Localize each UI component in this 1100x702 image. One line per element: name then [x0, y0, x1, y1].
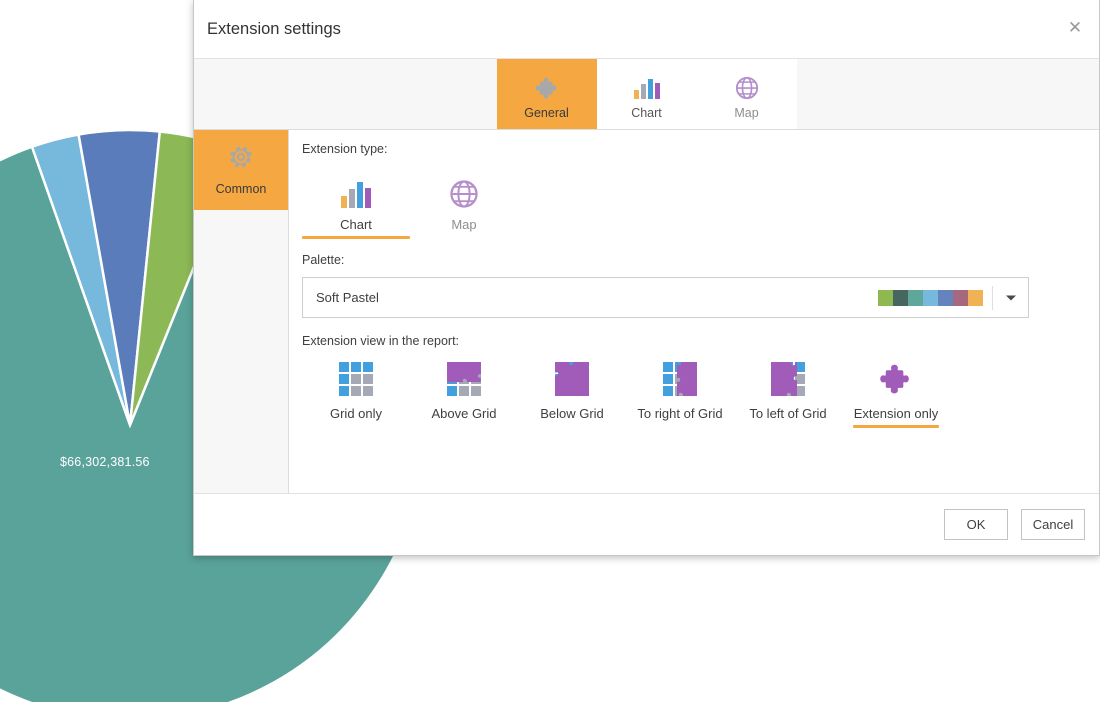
palette-swatch — [938, 290, 953, 306]
bar-chart-icon — [633, 71, 661, 105]
sidebar-item-common-label: Common — [215, 182, 267, 196]
extension-view-option-left-of-grid-label: To left of Grid — [749, 406, 827, 421]
extension-view-option-grid-only-label: Grid only — [329, 406, 383, 421]
selected-underline — [302, 236, 410, 239]
tab-chart-label: Chart — [631, 106, 662, 120]
palette-label: Palette: — [302, 253, 345, 267]
palette-swatch-preview — [878, 290, 983, 306]
globe-icon — [448, 170, 480, 210]
ok-button[interactable]: OK — [944, 509, 1008, 540]
cancel-button[interactable]: Cancel — [1021, 509, 1085, 540]
pie-slice-data-label: $66,302,381.56 — [60, 455, 150, 469]
screen: $66,302,381.56 Extension settings ✕ Gene… — [0, 0, 1100, 702]
extension-view-option-left-of-grid[interactable]: To left of Grid — [734, 358, 842, 428]
palette-swatch — [908, 290, 923, 306]
dialog-content: Extension type: Chart Map Palette: Soft … — [289, 130, 1099, 515]
extension-type-option-map-label: Map — [451, 217, 477, 232]
dialog-body: Common Extension type: Chart Map Palette… — [194, 130, 1099, 515]
palette-selected-value: Soft Pastel — [316, 290, 379, 305]
dialog-tabstrip: General Chart Map — [194, 59, 1099, 130]
palette-swatch — [953, 290, 968, 306]
dialog-sidebar: Common — [194, 130, 289, 515]
palette-swatch — [968, 290, 983, 306]
palette-swatch — [923, 290, 938, 306]
tab-general-label: General — [524, 106, 569, 120]
tab-map[interactable]: Map — [696, 59, 797, 129]
extension-view-option-grid-only[interactable]: Grid only — [302, 358, 410, 428]
puzzle-piece-icon — [878, 358, 914, 400]
divider — [992, 286, 993, 310]
extension-type-option-map[interactable]: Map — [410, 166, 518, 239]
palette-swatch — [878, 290, 893, 306]
extension-above-grid-icon — [445, 358, 483, 400]
chevron-down-icon[interactable] — [994, 278, 1028, 317]
extension-left-of-grid-icon — [769, 358, 807, 400]
extension-view-option-extension-only-label: Extension only — [853, 406, 939, 421]
dialog-title: Extension settings — [207, 20, 341, 38]
globe-icon — [734, 71, 760, 105]
extension-type-option-chart-label: Chart — [340, 217, 372, 232]
puzzle-piece-icon — [534, 71, 560, 105]
extension-type-option-chart[interactable]: Chart — [302, 166, 410, 239]
tab-map-label: Map — [734, 106, 759, 120]
extension-right-of-grid-icon — [661, 358, 699, 400]
extension-view-option-above-grid[interactable]: Above Grid — [410, 358, 518, 428]
dialog-titlebar: Extension settings ✕ — [194, 0, 1099, 59]
gear-icon — [228, 144, 254, 175]
extension-below-grid-icon — [553, 358, 591, 400]
sidebar-item-common[interactable]: Common — [194, 130, 288, 210]
palette-select[interactable]: Soft Pastel — [302, 277, 1029, 318]
palette-swatch — [893, 290, 908, 306]
extension-type-label: Extension type: — [302, 142, 388, 156]
selected-underline — [853, 425, 939, 428]
close-icon[interactable]: ✕ — [1064, 18, 1086, 40]
extension-view-option-above-grid-label: Above Grid — [431, 406, 497, 421]
tab-chart[interactable]: Chart — [596, 59, 697, 129]
extension-settings-dialog: Extension settings ✕ General Chart Map C… — [193, 0, 1100, 556]
extension-type-options: Chart Map — [302, 166, 1099, 239]
tab-general[interactable]: General — [496, 59, 597, 129]
extension-view-option-below-grid[interactable]: Below Grid — [518, 358, 626, 428]
extension-view-option-below-grid-label: Below Grid — [540, 406, 604, 421]
extension-view-label: Extension view in the report: — [302, 334, 460, 348]
extension-view-option-right-of-grid-label: To right of Grid — [637, 406, 723, 421]
grid-only-icon — [337, 358, 375, 400]
extension-view-option-extension-only[interactable]: Extension only — [842, 358, 950, 428]
bar-chart-icon — [339, 170, 373, 210]
palette-field: Palette: Soft Pastel — [302, 253, 1099, 318]
extension-view-options: Grid only Above Grid Below Grid To right… — [302, 358, 1099, 428]
extension-view-option-right-of-grid[interactable]: To right of Grid — [626, 358, 734, 428]
dialog-footer: OK Cancel — [194, 493, 1099, 555]
